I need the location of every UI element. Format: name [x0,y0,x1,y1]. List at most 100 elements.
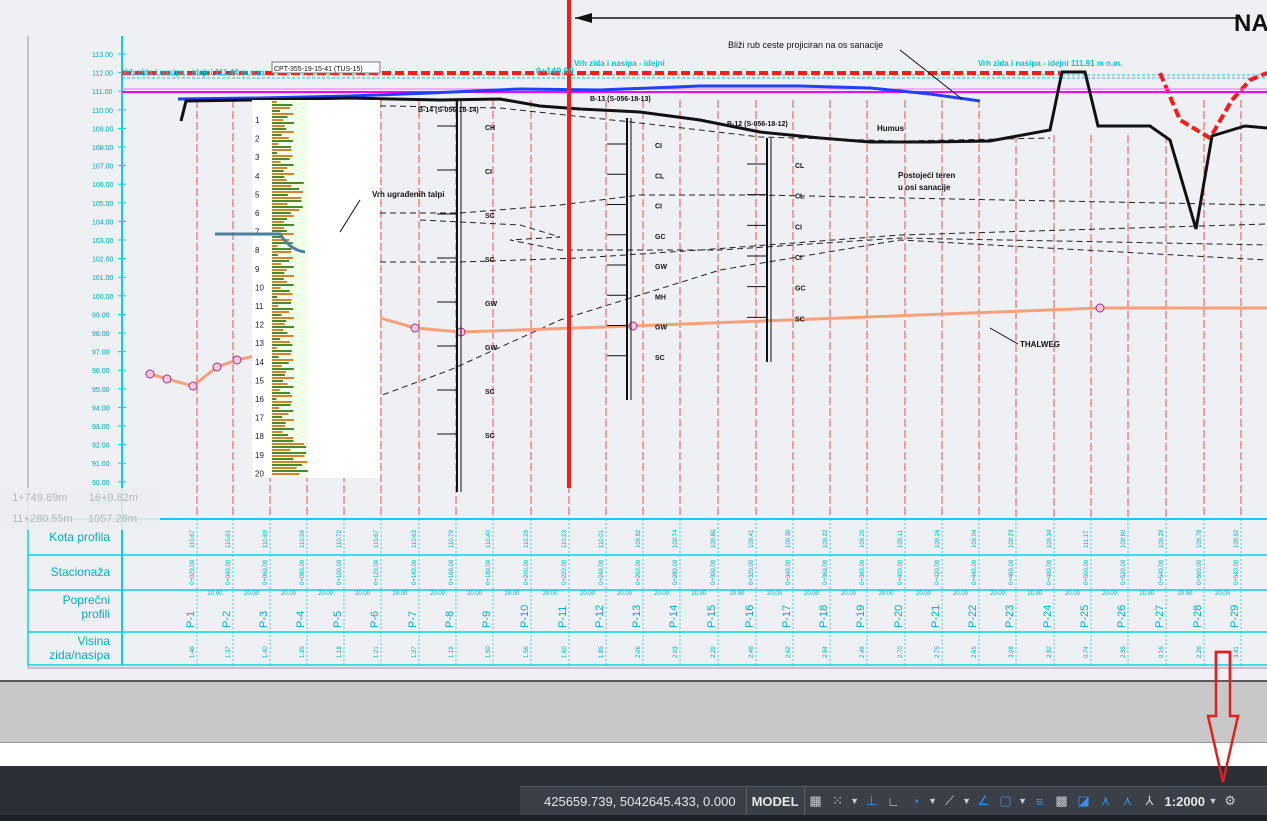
cpt-depth-label: 4 [255,172,260,181]
kota-value: 109.60 [1121,529,1127,548]
soil-class-label: GW [655,325,667,332]
cpt-depth-label: 17 [255,414,264,423]
borehole-label-b14: B-14 (S-056-18-14) [418,107,479,114]
polar-tracking-icon[interactable]: ◔ [905,788,927,814]
object-snap-tracking-icon[interactable]: ∠ [973,788,995,814]
profile-label: P-18 [818,605,830,628]
spacing-value: 20.00 [467,591,483,597]
profile-label: P-26 [1116,605,1128,628]
profile-table: Kota profila Stacionaža Poprečniprofili Vis… [27,518,1267,666]
kota-value: 109.16 [935,529,941,548]
command-history-area[interactable] [0,680,1267,744]
stationing-value: 0+320.00 [749,559,755,585]
wall-height-value: 2.92 [1047,646,1053,658]
dropdown-icon[interactable]: ▼ [849,788,861,814]
soil-class-label: CL [795,194,805,201]
stationing-value: 0+380.00 [860,559,866,585]
spacing-value: 20.00 [878,591,894,597]
axis-tick-label: 102.00 [92,257,114,264]
wall-height-value: 1.37 [226,646,232,658]
profile-label: P-3 [258,611,270,628]
axis-tick-label: 100.00 [92,294,114,301]
axis-tick-label: 93.00 [92,424,110,431]
selection-cycling-icon[interactable]: ◪ [1073,788,1095,814]
wall-height-value: 1.60 [562,646,568,658]
isodraft-icon[interactable]: ⟋ [939,788,961,814]
transparency-icon[interactable]: ▩ [1051,788,1073,814]
ortho-icon[interactable]: ∟ [883,788,905,814]
thalweg-point [232,355,242,365]
profile-label: P-15 [706,605,718,628]
kota-value: 110.69 [263,529,269,548]
infer-constraints-icon[interactable]: ⊥ [861,788,883,814]
spacing-value: 20.00 [1177,591,1193,597]
wall-height-value: 2.06 [636,646,642,658]
stationing-value: 0+480.00 [1047,559,1053,585]
kota-value: 109.92 [1234,529,1240,548]
axis-tick-label: 112.00 [92,71,113,78]
cpt-depth-label: 18 [255,432,264,441]
tooltip-value: 11+280.55m [12,513,73,525]
cad-drawing-viewport[interactable]: 113.00 112.00 111.00 110.00 109.00 108.00 107.… [0,0,1267,680]
cpt-label: CPT-355-19-15-41 (TUS-15) [274,66,363,73]
table-row-label: profili [81,607,110,621]
gear-icon[interactable]: ⚙ [1219,788,1241,814]
spacing-value: 20.00 [916,591,932,597]
profile-drawing[interactable]: 113.00 112.00 111.00 110.00 109.00 108.00 107.… [0,0,1267,680]
dropdown-icon[interactable]: ▼ [927,788,939,814]
annotation-scale-icon[interactable]: ⅄ [1139,788,1161,814]
axis-tick-label: 97.00 [92,350,110,357]
soil-class-label: CI [795,224,802,231]
tooltip-value: 16+9.82m [88,492,138,504]
kota-value: 109.34 [1047,529,1053,548]
model-space-button[interactable]: MODEL [745,787,805,815]
dropdown-icon[interactable]: ▼ [1207,788,1219,814]
axis-tick-label: 99.00 [92,312,110,319]
axis-tick-label: 92.00 [92,443,110,450]
stationing-value: 0+360.00 [823,559,829,585]
dropdown-icon[interactable]: ▼ [961,788,973,814]
profile-label: P-19 [855,605,867,628]
stationing-value: 0+080.00 [300,559,306,585]
profile-label: P-16 [744,605,756,628]
command-line-input[interactable] [0,742,1267,767]
profile-label: P-23 [1004,605,1016,628]
snap-icon[interactable]: ⁙ [827,788,849,814]
wall-top-label-left: Vrh zida i nasipa - idejni 111.44 m n.m. [122,68,267,77]
soil-class-label: GC [655,234,666,241]
stationing-value: 0+280.00 [673,559,679,585]
annotation-visibility-icon[interactable]: ⋏ [1095,788,1117,814]
spacing-value: 20.00 [318,591,334,597]
table-row-label: Stacionaža [51,565,111,579]
kota-value: 110.67 [190,529,196,548]
cpt-depth-label: 15 [255,376,264,385]
wall-height-value: 1.18 [337,646,343,658]
cpt-depth-label: 5 [255,190,260,199]
coordinate-readout[interactable]: 425659.739, 5042645.433, 0.000 [520,794,746,809]
stationing-value: 0+100.00 [337,559,343,585]
profile-label: P-2 [221,611,233,628]
stationing-value: 0+460.00 [1009,559,1015,585]
section-title: NA [1234,10,1267,37]
object-snap-icon[interactable]: ▢ [995,788,1017,814]
dropdown-icon[interactable]: ▼ [1017,788,1029,814]
autoscale-icon[interactable]: ⋏ [1117,788,1139,814]
edge-note: Bliži rub ceste projiciran na os sanacij… [728,40,883,50]
wall-height-value: 2.70 [898,646,904,658]
soil-class-label: CL [655,173,665,180]
wall-height-value: 1.85 [599,646,605,658]
kota-value: 109.22 [823,529,829,548]
profile-label: P-29 [1229,605,1241,628]
tooltip-value: 1057.28m [87,513,137,525]
axis-tick-label: 98.00 [92,331,110,338]
wall-height-value: 2.65 [972,646,978,658]
tooltip-value: 1+749.69m [12,492,68,504]
wall-height-value: 1.50 [486,646,492,658]
wall-height-value: 1.40 [263,646,269,658]
profile-label: P-17 [781,605,793,628]
grid-icon[interactable]: ▦ [805,788,827,814]
annotation-scale-value[interactable]: 1:2000 [1161,794,1207,809]
lineweight-icon[interactable]: ≡ [1029,788,1051,814]
wall-top-label-right: Vrh zida i nasipa - idejni 111.91 m n.m. [978,59,1123,68]
axis-tick-label: 103.00 [92,238,114,245]
